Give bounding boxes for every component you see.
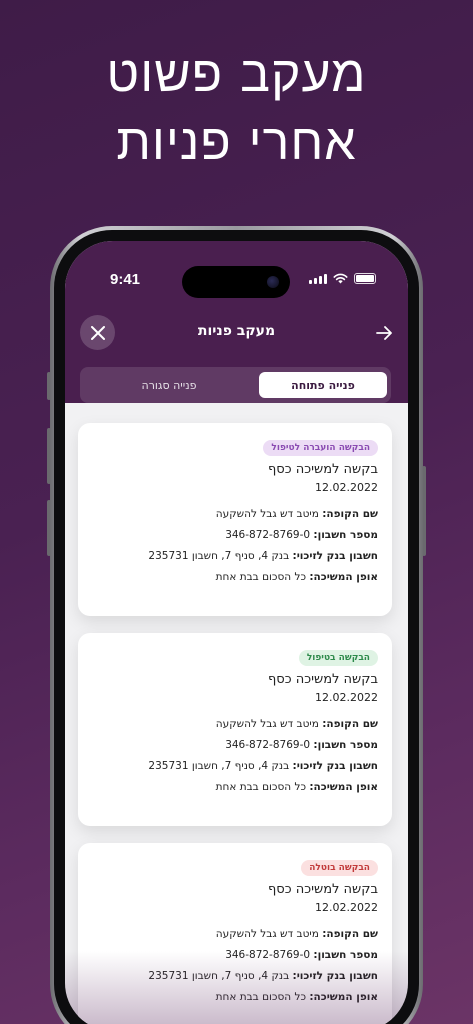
fund-row: שם הקופה: מיטב דש גבל להשקעה [92,508,378,520]
bank-value: בנק 4, סניף 7, חשבון 235731 [148,760,290,772]
method-value: כל הסכום בבת אחת [215,571,307,583]
method-value: כל הסכום בבת אחת [215,781,307,793]
request-title: בקשה למשיכה כסף [267,882,378,897]
method-label: אופן המשיכה: [309,781,378,793]
request-date: 12.02.2022 [315,901,378,914]
battery-icon [354,273,376,284]
fund-label: שם הקופה: [322,928,378,940]
page-title: מעקב פניות [197,323,276,339]
request-card[interactable]: הבקשה בוטלה בקשה למשיכה כסף 12.02.2022 ש… [78,843,392,1024]
fund-value: מיטב דש גבל להשקעה [215,928,319,940]
method-row: אופן המשיכה: כל הסכום בבת אחת [92,781,378,793]
request-card[interactable]: הבקשה בטיפול בקשה למשיכה כסף 12.02.2022 … [78,633,392,826]
tab-closed-requests[interactable]: פנייה סגורה [84,372,254,398]
bank-row: חשבון בנק לזיכוי: בנק 4, סניף 7, חשבון 2… [92,970,378,982]
fund-row: שם הקופה: מיטב דש גבל להשקעה [92,718,378,730]
phone-bezel: 9:41 מעקב פניות פנייה פתוחה פנייה סגורה … [54,230,419,1024]
method-value: כל הסכום בבת אחת [215,991,307,1003]
phone-screen: 9:41 מעקב פניות פנייה פתוחה פנייה סגורה … [65,241,408,1024]
nav-bar: מעקב פניות [65,315,408,351]
bank-row: חשבון בנק לזיכוי: בנק 4, סניף 7, חשבון 2… [92,760,378,772]
fund-label: שם הקופה: [322,718,378,730]
account-label: מספר חשבון: [313,949,378,961]
request-title: בקשה למשיכה כסף [267,672,378,687]
header-area: 9:41 מעקב פניות פנייה פתוחה פנייה סגורה [65,241,408,403]
fund-value: מיטב דש גבל להשקעה [215,718,319,730]
tab-open-requests[interactable]: פנייה פתוחה [259,372,387,398]
method-row: אופן המשיכה: כל הסכום בבת אחת [92,571,378,583]
status-badge: הבקשה בוטלה [301,860,378,876]
bank-value: בנק 4, סניף 7, חשבון 235731 [148,550,290,562]
bank-label: חשבון בנק לזיכוי: [292,760,378,772]
method-label: אופן המשיכה: [309,991,378,1003]
bank-label: חשבון בנק לזיכוי: [292,550,378,562]
account-label: מספר חשבון: [313,529,378,541]
status-time: 9:41 [110,271,141,288]
fund-label: שם הקופה: [322,508,378,520]
status-badge: הבקשה בטיפול [298,650,378,666]
arrow-right-icon[interactable] [374,323,394,343]
method-row: אופן המשיכה: כל הסכום בבת אחת [92,991,378,1003]
bank-value: בנק 4, סניף 7, חשבון 235731 [148,970,290,982]
request-title: בקשה למשיכה כסף [267,462,378,477]
bank-row: חשבון בנק לזיכוי: בנק 4, סניף 7, חשבון 2… [92,550,378,562]
account-row: מספר חשבון: 346-872-8769-0 [92,739,378,751]
dynamic-island [182,266,290,298]
promo-headline: מעקב פשוט אחרי פניות [0,40,473,176]
method-label: אופן המשיכה: [309,571,378,583]
status-tabs: פנייה פתוחה פנייה סגורה [80,367,391,403]
request-date: 12.02.2022 [315,691,378,704]
status-icons [309,273,376,284]
account-value: 346-872-8769-0 [225,949,311,961]
account-value: 346-872-8769-0 [225,529,311,541]
account-label: מספר חשבון: [313,739,378,751]
cellular-signal-icon [309,273,327,284]
requests-list: הבקשה הועברה לטיפול בקשה למשיכה כסף 12.0… [78,423,393,1024]
status-bar: 9:41 [65,265,408,298]
wifi-icon [333,273,348,284]
fund-row: שם הקופה: מיטב דש גבל להשקעה [92,928,378,940]
bank-label: חשבון בנק לזיכוי: [292,970,378,982]
status-badge: הבקשה הועברה לטיפול [263,440,378,456]
fund-value: מיטב דש גבל להשקעה [215,508,319,520]
account-value: 346-872-8769-0 [225,739,311,751]
request-date: 12.02.2022 [315,481,378,494]
phone-frame: 9:41 מעקב פניות פנייה פתוחה פנייה סגורה … [50,226,423,1024]
account-row: מספר חשבון: 346-872-8769-0 [92,529,378,541]
headline-line-1: מעקב פשוט [106,45,367,103]
request-card[interactable]: הבקשה הועברה לטיפול בקשה למשיכה כסף 12.0… [78,423,392,616]
headline-line-2: אחרי פניות [116,113,357,171]
camera-icon [267,276,279,288]
account-row: מספר חשבון: 346-872-8769-0 [92,949,378,961]
